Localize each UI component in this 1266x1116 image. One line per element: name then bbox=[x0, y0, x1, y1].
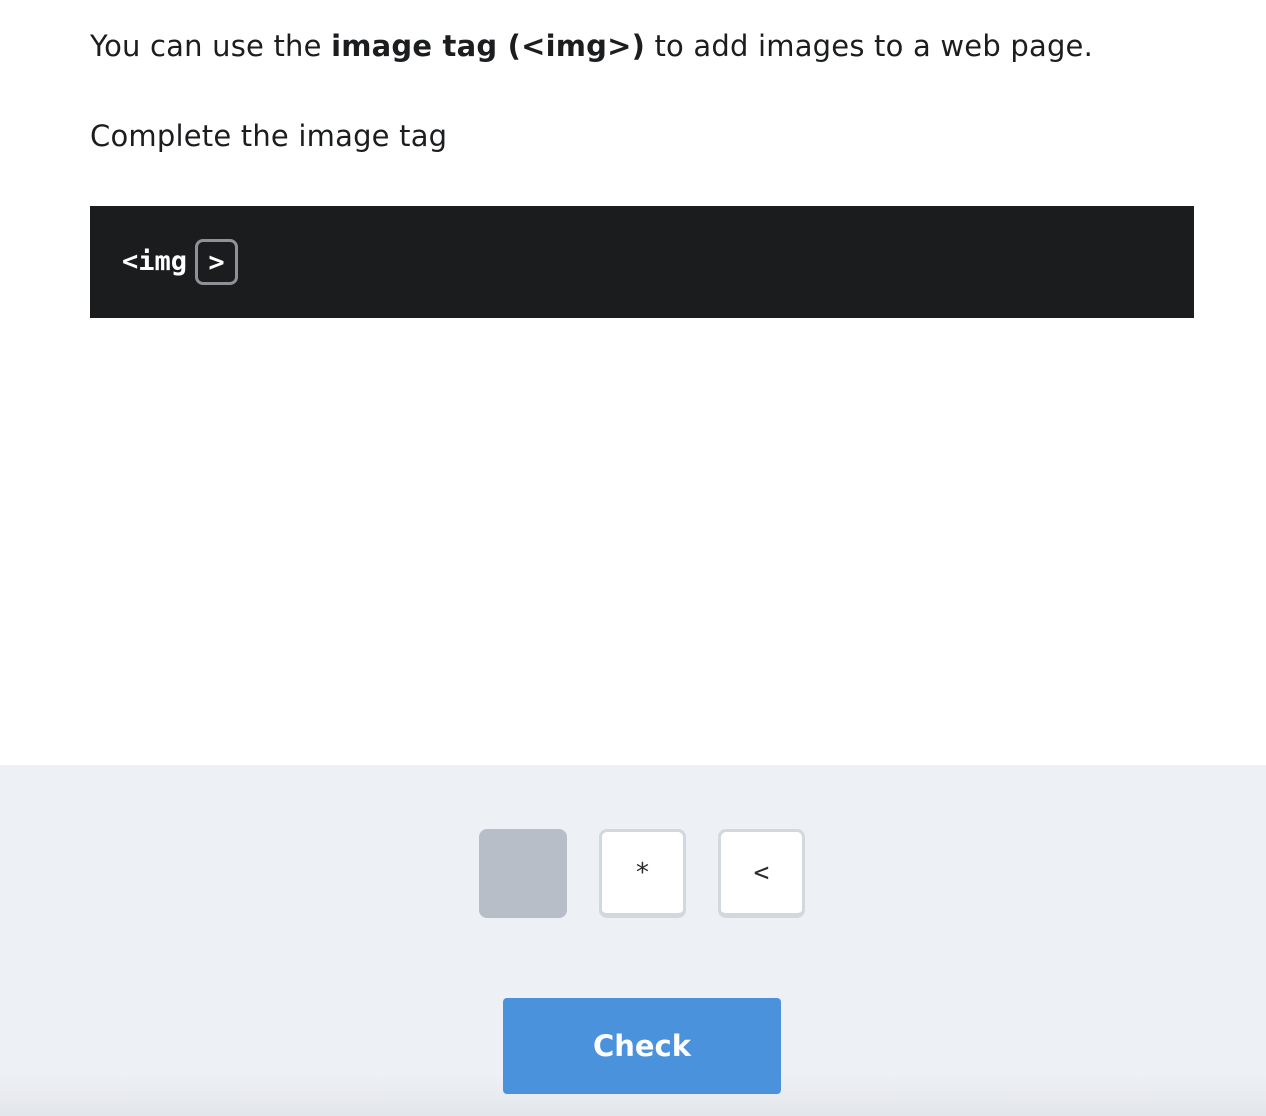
intro-text-end: to add images to a web page. bbox=[645, 29, 1094, 63]
lesson-content: You can use the image tag (<img>) to add… bbox=[0, 0, 1266, 765]
tile-asterisk[interactable]: * bbox=[599, 829, 686, 918]
tile-options: * < bbox=[479, 829, 805, 918]
intro-text-start: You can use the bbox=[90, 29, 332, 63]
code-block: <img > bbox=[90, 206, 1194, 318]
lesson-screen: You can use the image tag (<img>) to add… bbox=[0, 0, 1266, 1116]
answer-tray: * < Check bbox=[0, 765, 1266, 1116]
tile-less-than[interactable]: < bbox=[718, 829, 805, 918]
instruction-text: Complete the image tag bbox=[90, 119, 448, 153]
used-tile-placeholder bbox=[479, 829, 567, 918]
code-prefix: <img bbox=[122, 246, 188, 277]
intro-text-highlight: image tag (<img>) bbox=[331, 29, 646, 63]
intro-text: You can use the image tag (<img>) to add… bbox=[90, 26, 1093, 66]
check-button[interactable]: Check bbox=[503, 998, 781, 1094]
answer-slot[interactable]: > bbox=[195, 239, 239, 285]
